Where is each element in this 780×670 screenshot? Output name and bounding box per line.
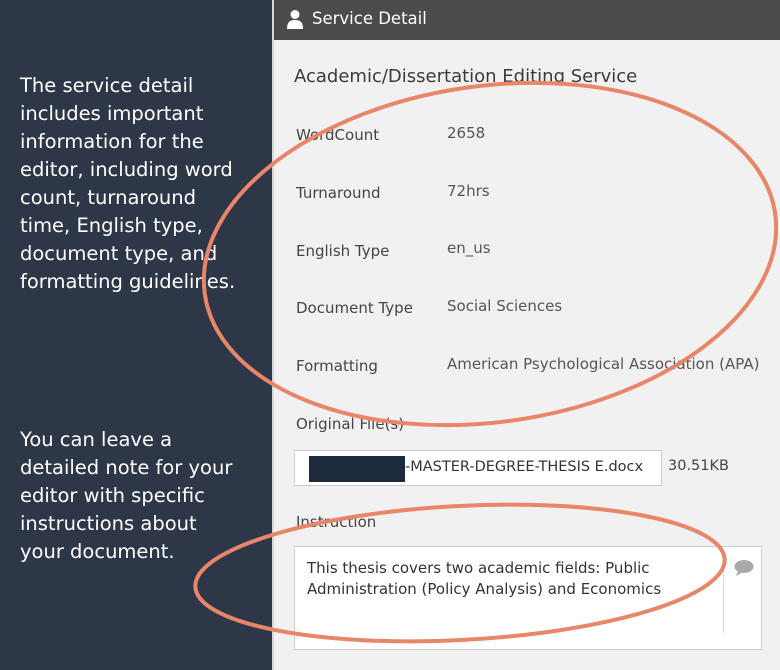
instruction-annotation-text: You can leave a detailed note for your e… bbox=[20, 428, 233, 563]
redacted-filename-block bbox=[309, 456, 405, 482]
panel-header: Service Detail bbox=[274, 0, 780, 40]
original-files-label: Original File(s) bbox=[296, 415, 405, 433]
instruction-label: Instruction bbox=[296, 513, 377, 531]
instruction-box: This thesis covers two academic fields: … bbox=[294, 546, 762, 650]
file-name: -MASTER-DEGREE-THESIS E.docx bbox=[405, 459, 644, 475]
user-icon bbox=[287, 10, 303, 29]
tutorial-sidebar: The service detail includes important in… bbox=[0, 0, 272, 670]
wordcount-value: 2658 bbox=[447, 124, 486, 142]
original-file-link[interactable]: -MASTER-DEGREE-THESIS E.docx bbox=[294, 450, 662, 486]
english-type-label: English Type bbox=[296, 242, 390, 260]
turnaround-value: 72hrs bbox=[447, 182, 490, 200]
document-type-label: Document Type bbox=[296, 299, 413, 317]
instruction-divider bbox=[723, 557, 724, 633]
wordcount-label: WordCount bbox=[296, 126, 380, 144]
service-detail-panel: Service Detail Academic/Dissertation Edi… bbox=[272, 0, 780, 670]
service-detail-annotation-text: The service detail includes important in… bbox=[20, 74, 236, 293]
panel-title: Service Detail bbox=[312, 9, 427, 28]
service-title: Academic/Dissertation Editing Service bbox=[294, 66, 638, 87]
file-size: 30.51KB bbox=[668, 458, 729, 474]
chat-bubble-icon[interactable] bbox=[733, 559, 755, 577]
instruction-text: This thesis covers two academic fields: … bbox=[307, 559, 662, 598]
formatting-label: Formatting bbox=[296, 357, 378, 375]
turnaround-label: Turnaround bbox=[296, 184, 381, 202]
formatting-value: American Psychological Association (APA) bbox=[447, 355, 760, 373]
english-type-value: en_us bbox=[447, 239, 491, 257]
document-type-value: Social Sciences bbox=[447, 297, 563, 315]
